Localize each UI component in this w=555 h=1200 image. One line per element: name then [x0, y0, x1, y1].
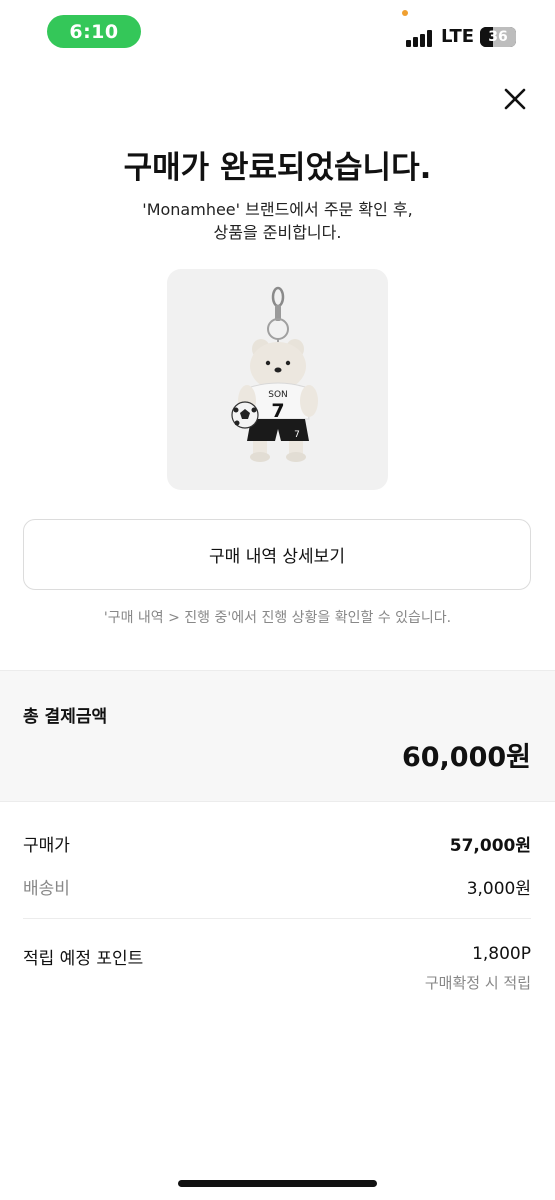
divider	[23, 918, 531, 919]
close-button[interactable]	[500, 84, 530, 114]
page-title: 구매가 완료되었습니다.	[123, 150, 432, 186]
expected-points-label: 적립 예정 포인트	[23, 949, 144, 969]
shipping-fee-value: 3,000원	[466, 879, 531, 899]
purchase-price-value: 57,000원	[449, 836, 531, 856]
page-subtitle: 'Monamhee' 브랜드에서 주문 확인 후, 상품을 준비합니다.	[0, 198, 555, 244]
order-status-hint: '구매 내역 > 진행 중'에서 진행 상황을 확인할 수 있습니다.	[103, 610, 452, 626]
cellular-signal-icon	[406, 29, 436, 47]
battery-icon: 36	[480, 27, 516, 47]
home-indicator[interactable]	[178, 1180, 377, 1187]
battery-level: 36	[488, 29, 508, 45]
shorts-number: 7	[294, 430, 300, 440]
status-time: 6:10	[47, 15, 141, 48]
subtitle-line-1: 'Monamhee' 브랜드에서 주문 확인 후,	[142, 200, 413, 219]
jersey-number: 7	[271, 400, 284, 422]
shipping-fee-label: 배송비	[23, 879, 70, 899]
total-payment-label: 총 결제금액	[23, 707, 108, 727]
points-note: 구매확정 시 적립	[424, 974, 531, 992]
network-type: LTE	[441, 26, 475, 47]
privacy-indicator-dot	[402, 10, 408, 16]
subtitle-line-2: 상품을 준비합니다.	[213, 223, 342, 242]
purchase-price-label: 구매가	[23, 836, 70, 856]
jersey-name: SON	[268, 390, 288, 400]
product-image: SON 7 7	[167, 269, 388, 490]
plush-keyring-illustration: SON 7 7	[231, 286, 318, 462]
close-icon	[504, 88, 526, 110]
view-order-details-button[interactable]: 구매 내역 상세보기	[23, 519, 531, 590]
total-payment-value: 60,000원	[401, 742, 531, 773]
expected-points-value: 1,800P	[472, 944, 531, 964]
status-bar: 6:10 LTE 36	[0, 0, 555, 62]
total-payment-section: 총 결제금액 60,000원	[0, 670, 555, 802]
